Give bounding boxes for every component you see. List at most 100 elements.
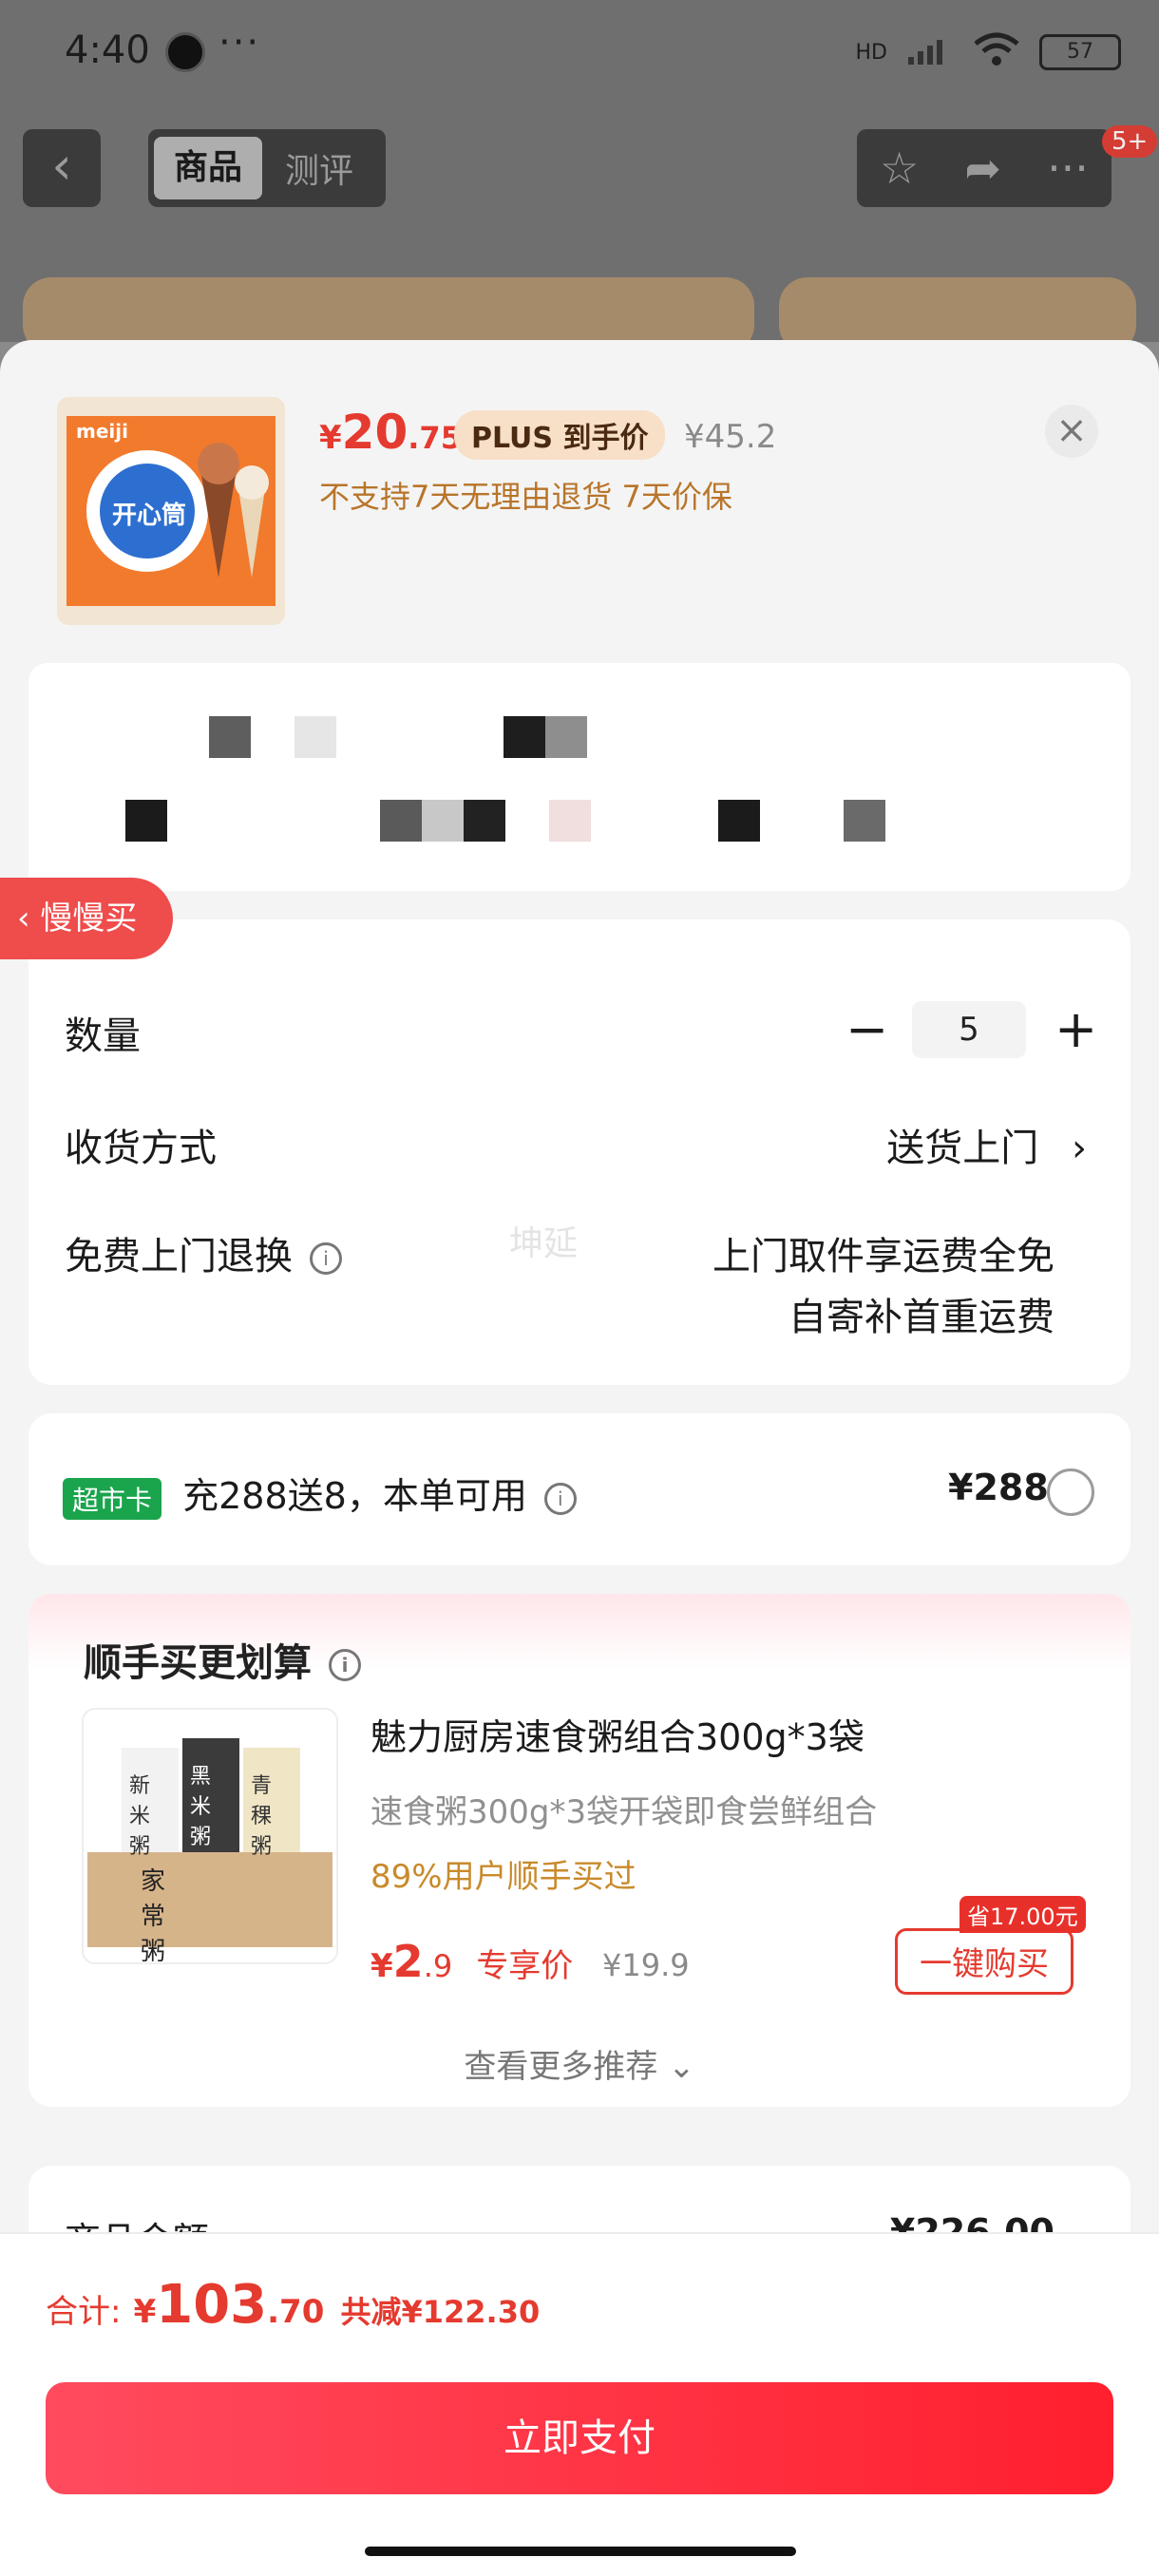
watermark-text: 坤延 <box>509 1224 579 1263</box>
status-right: HD 57 <box>856 30 1121 74</box>
price-currency: ¥ <box>319 419 342 457</box>
recommend-product-image[interactable]: 新米粥 黑米粥 青稞粥 家常粥 <box>82 1708 338 1964</box>
supermarket-card-row[interactable]: 超市卡 充288送8，本单可用 i ¥288 <box>28 1413 1130 1565</box>
recommend-price: ¥2.9 专享价 <box>370 1936 573 1987</box>
price-integer: 2 <box>392 1936 424 1987</box>
package-label: 家常粥 <box>141 1867 166 1964</box>
price-currency: ¥ <box>370 1947 393 1985</box>
status-more-dots: ··· <box>218 21 261 65</box>
recommend-card: 顺手买更划算 i 新米粥 黑米粥 青稞粥 家常粥 魅力厨房速食粥组合300g*3袋… <box>28 1594 1130 2107</box>
slow-buy-label: 慢慢买 <box>40 900 138 938</box>
clock-app-icon <box>165 32 205 72</box>
price-decimal: .9 <box>423 1948 453 1984</box>
supermarket-offer: 超市卡 充288送8，本单可用 i <box>63 1467 577 1520</box>
package-label: 新米粥 <box>129 1774 151 1859</box>
product-price: ¥20.75 <box>319 405 462 460</box>
supermarket-tag: 超市卡 <box>63 1477 162 1520</box>
quantity-input[interactable]: 5 <box>912 1000 1026 1058</box>
info-icon[interactable]: i <box>329 1649 361 1681</box>
total-currency: ¥ <box>133 2293 157 2331</box>
obscured-block <box>718 800 760 842</box>
obscured-block <box>209 716 251 758</box>
obscured-block <box>549 800 591 842</box>
slow-buy-tag[interactable]: ‹ 慢慢买 <box>0 878 173 959</box>
tab-review[interactable]: 测评 <box>262 143 376 193</box>
more-icon[interactable]: ··· <box>1047 142 1089 194</box>
save-tag: 省17.00元 <box>960 1896 1086 1933</box>
hd-label: HD <box>855 40 887 65</box>
return-line-1: 上门取件享运费全免 <box>712 1235 1054 1279</box>
recommend-title: 顺手买更划算 i <box>84 1632 361 1687</box>
supermarket-radio[interactable] <box>1047 1468 1094 1516</box>
signal-icon <box>906 32 954 72</box>
star-icon[interactable]: ☆ <box>880 142 919 194</box>
tab-segment: 商品 测评 <box>148 129 386 207</box>
free-return-text: 免费上门退换 <box>65 1235 293 1279</box>
obscured-block <box>294 716 336 758</box>
chevron-down-icon: ⌄ <box>668 2048 695 2086</box>
more-recommend-text: 查看更多推荐 <box>464 2048 658 2086</box>
close-icon[interactable]: × <box>1045 405 1098 458</box>
recommend-original-price: ¥19.9 <box>602 1947 690 1983</box>
order-total: 合计: ¥103.70 共减¥122.30 <box>46 2274 540 2336</box>
recommend-product-desc: 速食粥300g*3袋开袋即食尝鲜组合 <box>370 1793 878 1831</box>
price-integer: 20 <box>341 405 408 460</box>
pay-now-button[interactable]: 立即支付 <box>46 2382 1113 2494</box>
delivery-value: 送货上门 <box>886 1127 1039 1170</box>
total-integer: 103 <box>156 2274 268 2336</box>
obscured-block <box>422 800 464 842</box>
quantity-label: 数量 <box>65 1014 141 1058</box>
options-card: 数量 − 5 + 收货方式 送货上门 › 免费上门退换 i 坤延 上门取件享运费全… <box>28 919 1130 1385</box>
info-icon[interactable]: i <box>543 1482 577 1515</box>
delivery-method[interactable]: 送货上门 › <box>886 1117 1087 1172</box>
obscured-block <box>125 800 167 842</box>
plus-icon[interactable]: + <box>1054 999 1097 1059</box>
obscured-block <box>545 716 587 758</box>
return-notice: 不支持7天无理由退货 7天价保 <box>319 479 732 515</box>
chevron-left-icon: ‹ <box>17 900 41 938</box>
product-image-title: 开心筒 <box>112 502 187 530</box>
original-price: ¥45.2 <box>684 418 777 456</box>
free-return-label: 免费上门退换 i <box>65 1225 342 1280</box>
purchase-sheet: meiji 开心筒 ¥20.75 PLUS 到手价 ¥45.2 × 不支持7天无… <box>0 340 1159 2576</box>
top-tools: ☆ ➦ ··· <box>857 129 1112 207</box>
battery-icon: 57 <box>1039 34 1121 70</box>
brand-logo: meiji <box>76 420 128 443</box>
total-discount: 共减¥122.30 <box>340 2294 541 2330</box>
return-line-2: 自寄补首重运费 <box>788 1296 1054 1339</box>
delivery-label: 收货方式 <box>65 1127 217 1170</box>
status-bar: 4:40 ··· HD 57 <box>0 0 1159 104</box>
product-thumbnail: meiji 开心筒 <box>57 397 285 625</box>
tab-product[interactable]: 商品 <box>154 137 262 199</box>
one-click-buy-button[interactable]: 一键购买 <box>895 1928 1074 1995</box>
supermarket-text: 充288送8，本单可用 <box>182 1475 527 1517</box>
total-label: 合计: <box>46 2293 122 2331</box>
obscured-block <box>380 800 422 842</box>
obscured-block <box>504 716 545 758</box>
obscured-spec-card <box>28 663 1130 891</box>
message-badge: 5+ <box>1102 125 1158 158</box>
status-time: 4:40 <box>65 28 150 72</box>
chevron-right-icon: › <box>1072 1127 1087 1170</box>
divider <box>0 2232 1159 2234</box>
supermarket-price: ¥288 <box>948 1467 1049 1508</box>
package-carton <box>87 1852 332 1947</box>
share-icon[interactable]: ➦ <box>964 142 1001 194</box>
more-recommend-link[interactable]: 查看更多推荐 ⌄ <box>28 2040 1130 2087</box>
obscured-block <box>464 800 505 842</box>
recommend-percent: 89%用户顺手买过 <box>370 1858 636 1896</box>
info-icon[interactable]: i <box>310 1242 342 1275</box>
wifi-icon <box>973 30 1020 74</box>
total-decimal: .70 <box>267 2293 325 2331</box>
recommend-product-name[interactable]: 魅力厨房速食粥组合300g*3袋 <box>370 1708 864 1760</box>
plus-price-tag: PLUS 到手价 <box>454 410 666 460</box>
exclusive-price-label: 专享价 <box>476 1947 574 1985</box>
minus-icon[interactable]: − <box>846 999 888 1059</box>
obscured-block <box>844 800 885 842</box>
quantity-stepper: − 5 + <box>846 999 1097 1059</box>
package-label: 黑米粥 <box>190 1765 212 1849</box>
recommend-title-text: 顺手买更划算 <box>84 1641 312 1685</box>
home-indicator <box>365 2547 796 2556</box>
package-label: 青稞粥 <box>251 1774 273 1859</box>
back-button[interactable]: ‹ <box>23 129 101 207</box>
